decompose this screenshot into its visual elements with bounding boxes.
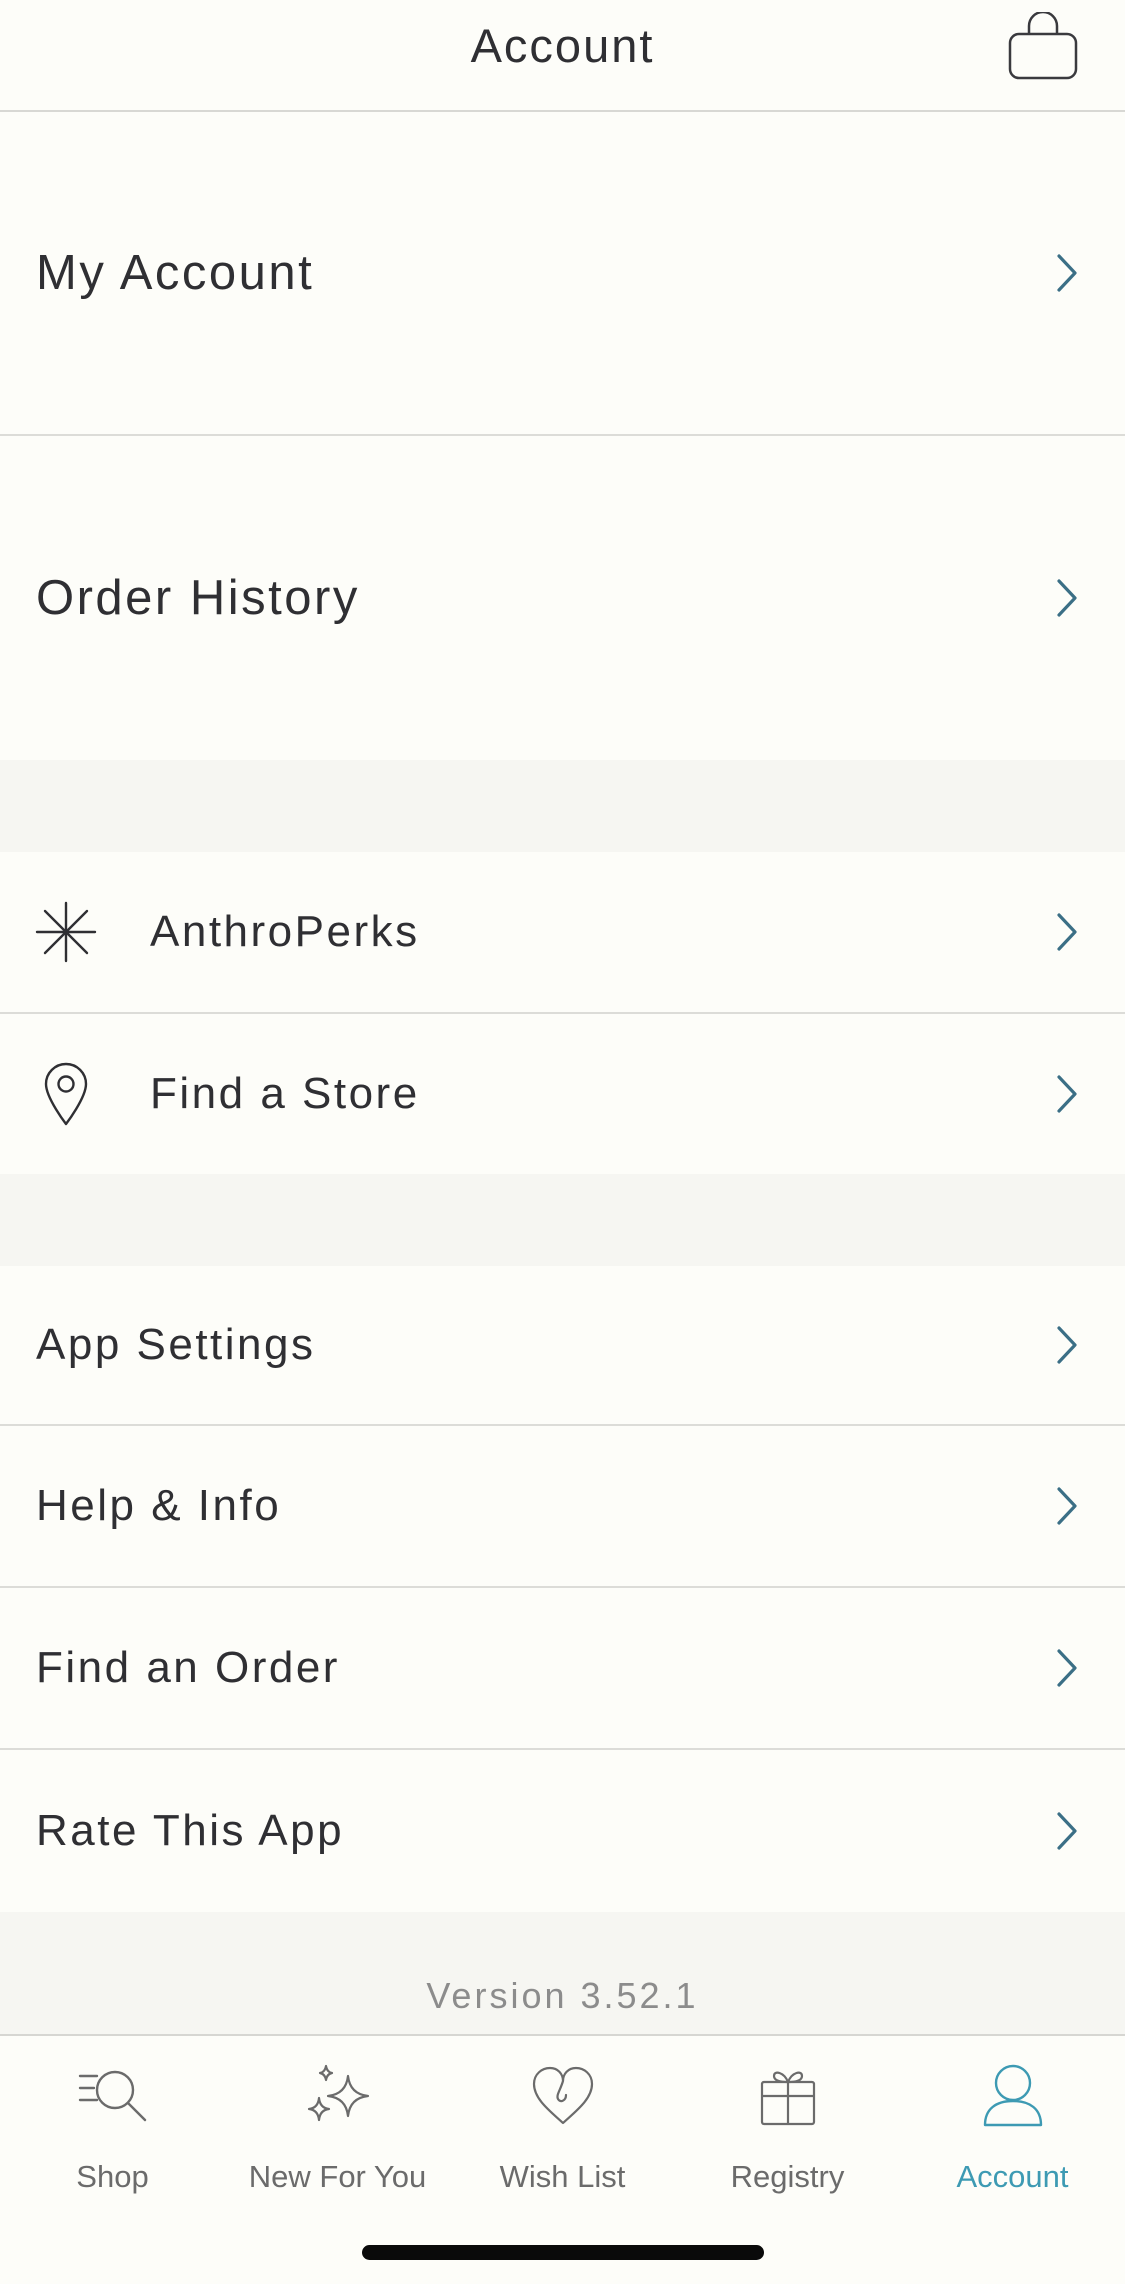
section-gap [0,1174,1125,1266]
tab-label: New For You [248,2159,427,2194]
header-bar: Account [0,0,1125,112]
asterisk-icon [34,900,98,964]
chevron-right-icon [1053,577,1081,619]
version-label: Version 3.52.1 [426,1975,699,2016]
menu-row-label: Order History [36,571,360,625]
menu-row-help-info[interactable]: Help & Info [0,1426,1125,1588]
tab-account[interactable]: Account [900,2036,1125,2206]
tab-registry[interactable]: Registry [675,2036,900,2206]
gift-icon [748,2061,828,2131]
menu-row-label: AnthroPerks [150,907,420,956]
menu-row-find-store[interactable]: Find a Store [0,1014,1125,1174]
menu-row-label: Help & Info [36,1481,282,1530]
chevron-right-icon [1053,1810,1081,1852]
menu-row-label: Find a Store [150,1069,420,1118]
chevron-right-icon [1053,1073,1081,1115]
section-gap [0,760,1125,852]
menu-row-find-order[interactable]: Find an Order [0,1588,1125,1750]
heart-icon [523,2061,603,2131]
chevron-right-icon [1053,1324,1081,1366]
tab-shop[interactable]: Shop [0,2036,225,2206]
menu-row-label: My Account [36,246,315,300]
menu-row-app-settings[interactable]: App Settings [0,1266,1125,1426]
search-icon [73,2061,153,2131]
tab-label: Wish List [499,2159,626,2194]
menu-row-label: Find an Order [36,1643,340,1692]
menu-row-rate-app[interactable]: Rate This App [0,1750,1125,1912]
menu-row-label: App Settings [36,1320,316,1369]
page-title: Account [470,19,655,72]
sparkle-icon [298,2061,378,2131]
shopping-bag-icon [1007,10,1079,87]
menu-row-anthroperks[interactable]: AnthroPerks [0,852,1125,1014]
map-pin-icon [34,1062,98,1126]
tab-label: Account [956,2159,1069,2194]
chevron-right-icon [1053,1485,1081,1527]
tab-new-for-you[interactable]: New For You [225,2036,450,2206]
menu-row-order-history[interactable]: Order History [0,436,1125,760]
chevron-right-icon [1053,252,1081,294]
chevron-right-icon [1053,911,1081,953]
tab-label: Shop [76,2159,149,2194]
menu-row-label: Rate This App [36,1806,345,1855]
tab-wish-list[interactable]: Wish List [450,2036,675,2206]
chevron-right-icon [1053,1647,1081,1689]
menu-row-my-account[interactable]: My Account [0,112,1125,436]
home-indicator[interactable] [362,2245,764,2260]
cart-button[interactable] [1003,10,1083,88]
user-icon [973,2061,1053,2131]
tab-label: Registry [730,2159,845,2194]
